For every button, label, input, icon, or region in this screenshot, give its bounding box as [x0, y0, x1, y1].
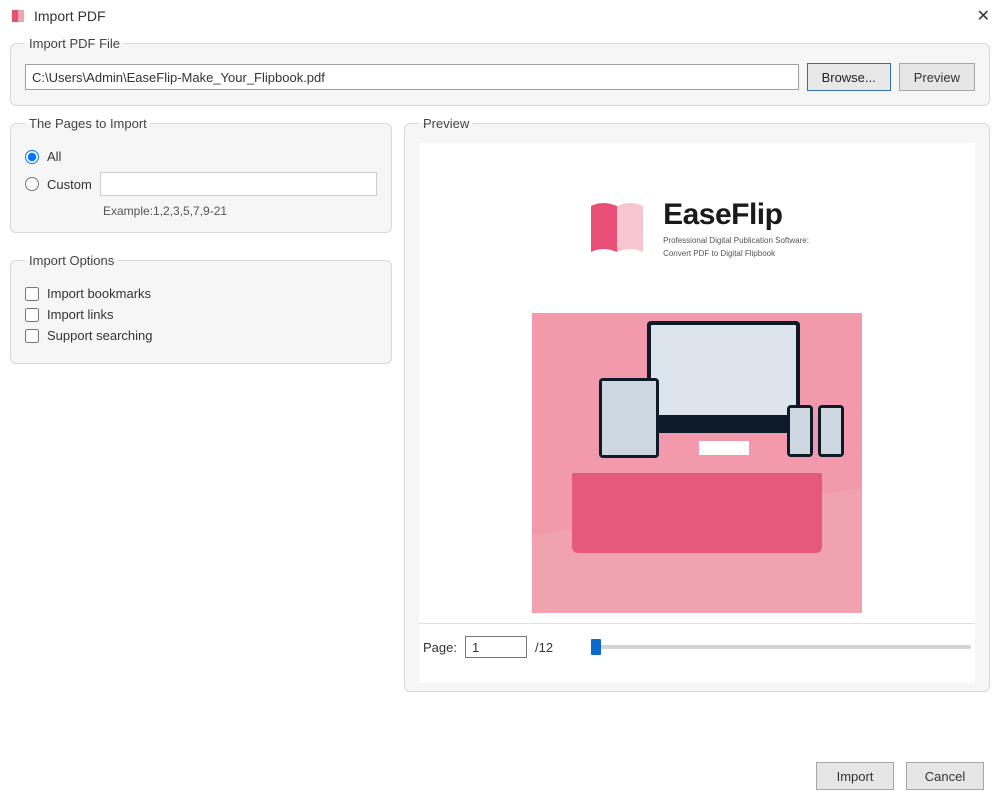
browse-button[interactable]: Browse... — [807, 63, 891, 91]
close-icon[interactable]: ✕ — [977, 6, 990, 26]
import-bookmarks-checkbox[interactable] — [25, 287, 39, 301]
preview-button[interactable]: Preview — [899, 63, 975, 91]
custom-pages-example: Example:1,2,3,5,7,9-21 — [103, 204, 377, 218]
import-file-group: Import PDF File Browse... Preview — [10, 36, 990, 106]
phone-illustration — [818, 405, 844, 457]
tablet-illustration — [599, 378, 659, 458]
pages-to-import-group: The Pages to Import All Custom Example:1… — [10, 116, 392, 233]
window-title: Import PDF — [34, 8, 106, 24]
import-button[interactable]: Import — [816, 762, 894, 790]
custom-pages-label: Custom — [47, 177, 92, 192]
support-searching-checkbox[interactable] — [25, 329, 39, 343]
title-bar: Import PDF ✕ — [0, 0, 1000, 32]
custom-pages-input[interactable] — [100, 172, 377, 196]
page-slider[interactable] — [591, 645, 971, 649]
preview-page-image: EaseFlip Professional Digital Publicatio… — [532, 143, 862, 613]
all-pages-radio[interactable] — [25, 150, 39, 164]
book-logo-icon — [585, 196, 649, 260]
import-options-group: Import Options Import bookmarks Import l… — [10, 253, 392, 364]
import-bookmarks-label: Import bookmarks — [47, 286, 151, 301]
import-file-legend: Import PDF File — [25, 36, 124, 51]
app-icon — [10, 8, 26, 24]
file-path-input[interactable] — [25, 64, 799, 90]
brand-tagline-2: Convert PDF to Digital Flipbook — [663, 249, 809, 258]
cancel-button[interactable]: Cancel — [906, 762, 984, 790]
phone-illustration — [787, 405, 813, 457]
support-searching-label: Support searching — [47, 328, 153, 343]
brand-tagline-1: Professional Digital Publication Softwar… — [663, 236, 809, 245]
pages-legend: The Pages to Import — [25, 116, 151, 131]
preview-legend: Preview — [419, 116, 473, 131]
import-links-checkbox[interactable] — [25, 308, 39, 322]
custom-pages-radio[interactable] — [25, 177, 39, 191]
all-pages-label: All — [47, 149, 61, 164]
options-legend: Import Options — [25, 253, 118, 268]
preview-group: Preview EaseFlip Professional Digital Pu… — [404, 116, 990, 692]
page-total: /12 — [535, 640, 553, 655]
monitor-illustration — [647, 321, 800, 433]
page-label: Page: — [423, 640, 457, 655]
page-number-input[interactable] — [465, 636, 527, 658]
brand-name: EaseFlip — [663, 198, 809, 232]
import-links-label: Import links — [47, 307, 113, 322]
